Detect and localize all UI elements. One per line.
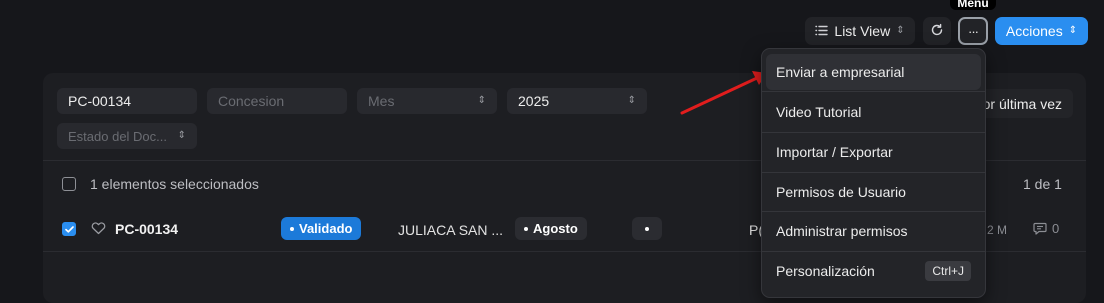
id-filter-input[interactable]: PC-00134 — [57, 88, 197, 114]
menu-divider — [762, 251, 985, 252]
select-all-checkbox[interactable] — [62, 177, 76, 191]
list-view-label: List View — [834, 23, 891, 39]
menu-divider — [762, 91, 985, 92]
menu-item-administrar[interactable]: Administrar permisos — [766, 213, 981, 249]
menu-divider — [762, 172, 985, 173]
menu-item-importar[interactable]: Importar / Exportar — [766, 134, 981, 170]
menu-item-personalizacion[interactable]: Personalización Ctrl+J — [766, 253, 981, 289]
mes-badge: Agosto — [515, 217, 587, 240]
time-cell: 2 M — [987, 223, 1008, 237]
refresh-icon — [930, 23, 944, 40]
more-icon: ··· — [968, 23, 979, 39]
more-menu-button[interactable]: ··· — [958, 17, 988, 45]
menu-item-enviar[interactable]: Enviar a empresarial — [766, 54, 981, 90]
sort-label: or última vez — [982, 95, 1062, 112]
sort-icon: ⇕ — [896, 25, 905, 36]
list-view-button[interactable]: List View ⇕ — [805, 17, 915, 45]
concesion-placeholder: Concesion — [218, 93, 285, 109]
acciones-label: Acciones — [1005, 23, 1063, 39]
status-label: Validado — [299, 221, 353, 236]
mes-dot — [524, 226, 528, 231]
menu-item-video[interactable]: Video Tutorial — [766, 94, 981, 130]
row-id[interactable]: PC-00134 — [115, 221, 178, 237]
mes-label: Agosto — [533, 221, 578, 236]
concesion-filter-input[interactable]: Concesion — [207, 88, 347, 114]
status-dot — [290, 226, 294, 231]
mes-placeholder: Mes — [368, 93, 395, 109]
acciones-button[interactable]: Acciones ⇕ — [995, 17, 1088, 45]
estado-placeholder: Estado del Doc... — [68, 128, 167, 144]
menu-divider — [762, 211, 985, 212]
empty-badge-dot — [645, 226, 649, 231]
pagination-text: 1 de 1 — [1023, 176, 1062, 192]
menu-item-label: Permisos de Usuario — [776, 184, 906, 200]
chevron-updown-icon: ⇕ — [1068, 25, 1078, 36]
menu-item-label: Importar / Exportar — [776, 144, 893, 160]
selected-count-text: 1 elementos seleccionados — [90, 176, 259, 192]
menu-item-label: Administrar permisos — [776, 223, 908, 239]
mes-filter-select[interactable]: Mes ⇕ — [357, 88, 497, 114]
menu-item-label: Personalización — [776, 263, 875, 279]
menu-item-permisos-usuario[interactable]: Permisos de Usuario — [766, 174, 981, 210]
chevron-updown-icon: ⇕ — [477, 95, 486, 106]
list-icon — [815, 23, 829, 39]
shortcut-badge: Ctrl+J — [925, 261, 971, 281]
row-checkbox[interactable] — [62, 222, 76, 236]
comment-count: 0 — [1052, 221, 1060, 236]
chevron-updown-icon: ⇕ — [627, 95, 636, 106]
menu-item-label: Enviar a empresarial — [776, 64, 905, 80]
status-badge: Validado — [281, 217, 362, 240]
concesion-cell: JULIACA SAN ... — [398, 222, 504, 238]
year-filter-select[interactable]: 2025 ⇕ — [507, 88, 647, 114]
empty-badge — [632, 217, 662, 240]
check-icon — [64, 225, 74, 233]
refresh-button[interactable] — [923, 17, 951, 45]
menu-item-label: Video Tutorial — [776, 104, 862, 120]
comment-icon — [1033, 222, 1047, 240]
year-value: 2025 — [518, 93, 550, 109]
actions-menu: Enviar a empresarial Video Tutorial Impo… — [761, 48, 986, 298]
heart-icon[interactable] — [91, 221, 106, 240]
menu-tooltip: Menu — [950, 0, 996, 10]
chevron-updown-icon: ⇕ — [177, 130, 186, 141]
menu-divider — [762, 132, 985, 133]
id-filter-value: PC-00134 — [68, 93, 132, 109]
estado-filter-select[interactable]: Estado del Doc... ⇕ — [57, 123, 197, 149]
